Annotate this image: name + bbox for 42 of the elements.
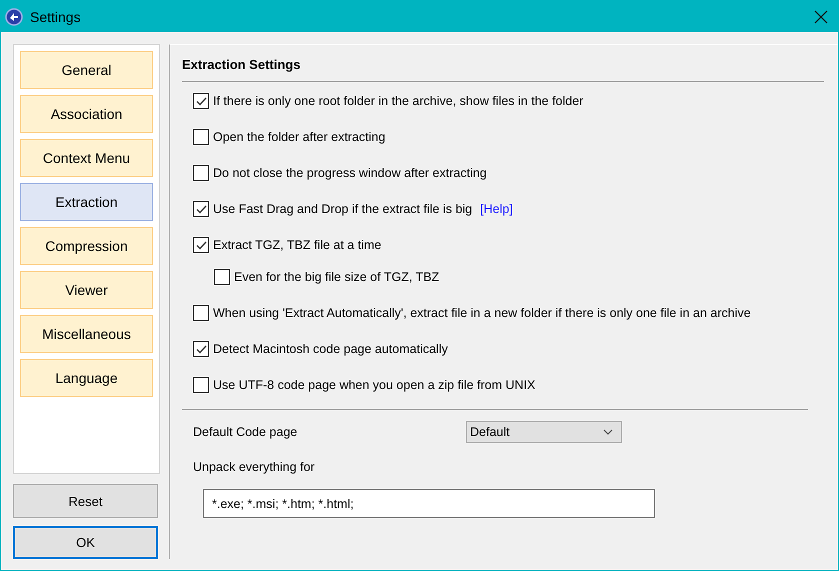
sidebar-item[interactable]: Context Menu: [20, 139, 153, 177]
sidebar-item[interactable]: Extraction: [20, 183, 153, 221]
checkbox[interactable]: [193, 129, 209, 145]
sidebar-item[interactable]: General: [20, 51, 153, 89]
checkbox[interactable]: [193, 377, 209, 393]
help-link[interactable]: [Help]: [480, 202, 513, 216]
checkbox[interactable]: [193, 341, 209, 357]
check-icon: [196, 204, 206, 214]
option-label: Use UTF-8 code page when you open a zip file from UNIX: [213, 378, 536, 392]
checkbox[interactable]: [193, 305, 209, 321]
field-label: Unpack everything for: [193, 460, 316, 474]
checkbox[interactable]: [193, 93, 209, 109]
code-page-dropdown[interactable]: Default: [466, 421, 622, 443]
input-field[interactable]: *.exe; *.msi; *.htm; *.html;: [203, 489, 655, 518]
checkbox[interactable]: [214, 269, 230, 285]
check-icon: [196, 240, 206, 250]
close-icon[interactable]: [814, 10, 828, 24]
sidebar-item[interactable]: Viewer: [20, 271, 153, 309]
checkbox[interactable]: [193, 165, 209, 181]
option-label: Open the folder after extracting: [213, 130, 386, 144]
ok-button[interactable]: OK: [13, 526, 158, 559]
reset-button[interactable]: Reset: [13, 484, 158, 518]
window-title: Settings: [30, 8, 82, 24]
sidebar-item[interactable]: Association: [20, 95, 153, 133]
option-label: If there is only one root folder in the archive, show files in the folder: [213, 94, 584, 108]
check-icon: [196, 344, 206, 354]
option-label: Detect Macintosh code page automatically: [213, 342, 448, 356]
check-icon: [196, 96, 206, 106]
option-label: Even for the big file size of TGZ, TBZ: [234, 270, 440, 284]
app-icon: [5, 8, 23, 26]
sidebar-item[interactable]: Language: [20, 359, 153, 397]
option-label: Extract TGZ, TBZ file at a time: [213, 238, 382, 252]
option-label: Use Fast Drag and Drop if the extract file is big: [213, 202, 472, 216]
sidebar-item[interactable]: Compression: [20, 227, 153, 265]
option-label: Do not close the progress window after extracting: [213, 166, 487, 180]
checkbox[interactable]: [193, 237, 209, 253]
checkbox[interactable]: [193, 201, 209, 217]
field-label: Default Code page: [193, 425, 298, 439]
option-label: When using 'Extract Automatically', extract file in a new folder if there is only one file in an archive: [213, 306, 751, 320]
chevron-icon: [603, 429, 613, 435]
section-title: Extraction Settings: [182, 57, 302, 74]
sidebar-item[interactable]: Miscellaneous: [20, 315, 153, 353]
